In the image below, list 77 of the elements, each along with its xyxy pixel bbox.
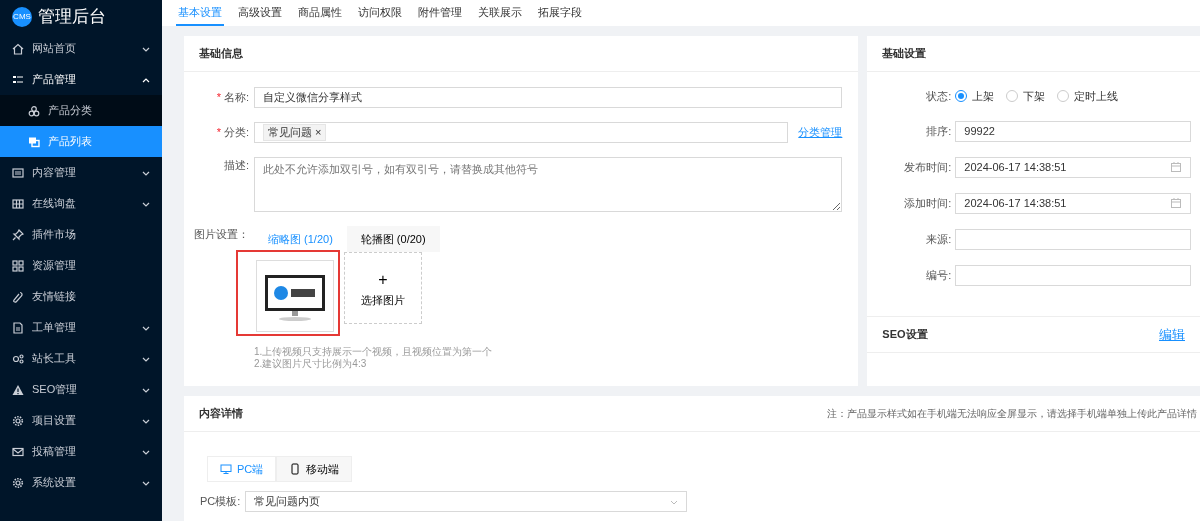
field-label: 来源: xyxy=(925,231,953,247)
required-mark: * xyxy=(216,126,221,139)
required-mark: * xyxy=(216,91,221,104)
window-icon xyxy=(12,166,24,179)
sidebar-item[interactable]: 资源管理 xyxy=(0,250,162,281)
phone-icon xyxy=(289,463,302,475)
sidebar-item[interactable]: 产品分类 xyxy=(0,95,162,126)
field-label: 名称: xyxy=(223,91,249,104)
note-text: 注：产品显示样式如在手机端无法响应全屏显示，请选择手机端单独上传此产品详情 xyxy=(827,407,1197,421)
radio-option[interactable]: 下架 xyxy=(1006,88,1046,105)
home-icon xyxy=(12,42,24,55)
sidebar-item[interactable]: 友情链接 xyxy=(0,281,162,312)
monitor-icon xyxy=(220,463,232,475)
sidebar-item[interactable]: 内容管理 xyxy=(0,157,162,188)
field-label: PC模板: xyxy=(200,494,241,510)
document-icon xyxy=(12,321,24,334)
sidebar-item[interactable]: 在线询盘 xyxy=(0,188,162,219)
field-label: 排序: xyxy=(925,123,953,139)
sidebar-item[interactable]: 网站首页 xyxy=(0,33,162,64)
tab[interactable]: 访问权限 xyxy=(356,0,404,26)
calendar-icon xyxy=(1170,197,1182,209)
field-label: 编号: xyxy=(925,267,953,283)
template-select[interactable]: 常见问题内页 xyxy=(245,491,688,512)
apps-icon xyxy=(12,259,24,272)
remove-icon[interactable]: × xyxy=(315,125,322,140)
tab[interactable]: 商品属性 xyxy=(296,0,344,26)
device-tab[interactable]: 移动端 xyxy=(276,456,353,482)
pin-icon xyxy=(12,228,24,241)
field-label: 发布时间: xyxy=(903,159,953,175)
app-title: 管理后台 xyxy=(38,5,106,28)
tab[interactable]: 拓展字段 xyxy=(536,0,584,26)
grid-icon xyxy=(12,197,24,210)
section-title: 基础设置 xyxy=(882,46,927,62)
section-title: SEO设置 xyxy=(882,327,928,343)
link-icon xyxy=(12,290,24,303)
text-field[interactable] xyxy=(955,228,1191,250)
add-image-button[interactable]: + 选择图片 xyxy=(344,252,422,324)
tab[interactable]: 关联展示 xyxy=(476,0,524,26)
gear-icon xyxy=(12,414,24,427)
sidebar-item[interactable]: 插件市场 xyxy=(0,219,162,250)
copy-icon xyxy=(28,135,40,148)
tab[interactable]: 附件管理 xyxy=(416,0,464,26)
boxes-icon xyxy=(28,104,40,117)
date-field[interactable]: 2024-06-17 14:38:51 xyxy=(955,156,1191,178)
calendar-icon xyxy=(1170,161,1182,173)
field-label: 分类: xyxy=(223,126,249,139)
field-label: 图片设置： xyxy=(194,228,249,240)
image-tab[interactable]: 轮播图 (0/20) xyxy=(346,226,440,252)
section-title: 基础信息 xyxy=(199,46,243,62)
radio-option[interactable]: 上架 xyxy=(955,88,995,105)
category-tag: 常见问题 × xyxy=(263,124,327,141)
sidebar-item[interactable]: 站长工具 xyxy=(0,343,162,374)
date-field[interactable]: 2024-06-17 14:38:51 xyxy=(955,192,1191,214)
text-field[interactable] xyxy=(955,264,1191,286)
section-title: 内容详情 xyxy=(199,406,243,422)
radio-option[interactable]: 定时上线 xyxy=(1057,88,1119,105)
tab[interactable]: 高级设置 xyxy=(236,0,284,26)
field-label: 描述: xyxy=(223,159,249,171)
list-icon xyxy=(12,73,24,86)
hint-text: 2.建议图片尺寸比例为4:3 xyxy=(254,358,368,370)
gear-icon xyxy=(12,476,24,489)
text-field[interactable]: 99922 xyxy=(955,120,1191,142)
sidebar-item[interactable]: 系统设置 xyxy=(0,467,162,498)
sidebar-item[interactable]: 工单管理 xyxy=(0,312,162,343)
sidebar-item[interactable]: 项目设置 xyxy=(0,405,162,436)
field-label: 状态: xyxy=(925,89,953,104)
sidebar-item[interactable]: 投稿管理 xyxy=(0,436,162,467)
name-field[interactable]: 自定义微信分享样式 xyxy=(254,87,843,108)
sidebar-item[interactable]: 产品管理 xyxy=(0,64,162,95)
field-label: 添加时间: xyxy=(903,195,953,211)
description-field[interactable]: 此处不允许添加双引号，如有双引号，请替换成其他符号 xyxy=(254,157,843,212)
warning-icon xyxy=(12,383,24,396)
category-field[interactable]: 常见问题 × xyxy=(254,122,789,143)
sidebar-item[interactable]: SEO管理 xyxy=(0,374,162,405)
logo-badge: CMS xyxy=(12,6,32,27)
mail-icon xyxy=(12,445,24,458)
gears-icon xyxy=(12,352,24,365)
